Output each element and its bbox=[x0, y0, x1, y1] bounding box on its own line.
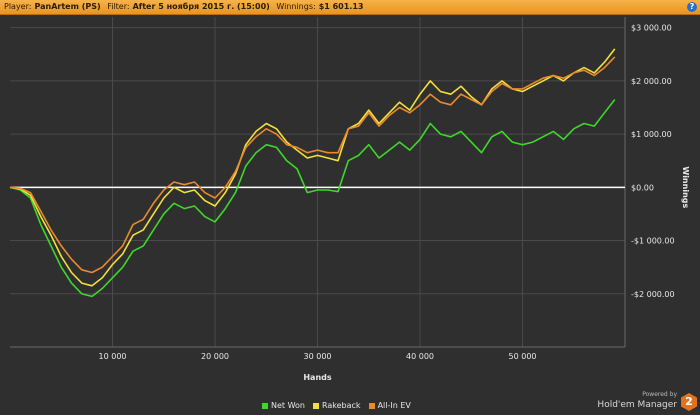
legend-label: All-In EV bbox=[377, 401, 411, 410]
y-tick-label: $1 000.00 bbox=[631, 130, 672, 139]
x-axis-title: Hands bbox=[303, 373, 332, 382]
legend-swatch bbox=[262, 402, 268, 409]
x-tick-label: 40 000 bbox=[406, 352, 434, 361]
legend-swatch bbox=[313, 402, 319, 409]
filter-value: After 5 ноября 2015 г. (15:00) bbox=[132, 2, 270, 11]
y-tick-label: -$2 000.00 bbox=[631, 290, 675, 299]
question-icon[interactable]: ? bbox=[687, 2, 697, 12]
legend-item: Rakeback bbox=[313, 401, 361, 410]
hem-logo-icon: 2 bbox=[681, 393, 697, 411]
legend-item: Net Won bbox=[262, 401, 305, 410]
y-tick-label: $0.00 bbox=[631, 183, 654, 192]
powered-by-text: Powered by bbox=[642, 391, 677, 398]
y-axis-title: Winnings bbox=[681, 166, 690, 208]
x-tick-label: 30 000 bbox=[304, 352, 332, 361]
chart-legend: Net Won Rakeback All-In EV bbox=[262, 401, 419, 410]
y-tick-label: $2 000.00 bbox=[631, 77, 672, 86]
legend-label: Rakeback bbox=[322, 401, 361, 410]
winnings-label: Winnings: bbox=[276, 2, 316, 11]
x-tick-label: 10 000 bbox=[99, 352, 127, 361]
winnings-value: $1 601.13 bbox=[318, 2, 364, 11]
filter-label: Filter: bbox=[107, 2, 130, 11]
legend-item: All-In EV bbox=[368, 401, 411, 410]
legend-swatch bbox=[368, 402, 375, 409]
legend-label: Net Won bbox=[271, 401, 305, 410]
brand-badge: Powered by Hold'em Manager 2 bbox=[597, 391, 697, 413]
winnings-chart: 10 000 20 000 30 000 40 000 50 000 -$2 000.00… bbox=[9, 17, 690, 382]
header-bar: Player: PanArtem (PS) Filter: After 5 нояб… bbox=[0, 0, 700, 15]
y-tick-label: $3 000.00 bbox=[631, 24, 672, 33]
brand-name: Hold'em Manager bbox=[597, 400, 677, 410]
x-tick-label: 50 000 bbox=[509, 352, 537, 361]
player-value: PanArtem (PS) bbox=[34, 2, 101, 11]
x-tick-label: 20 000 bbox=[201, 352, 229, 361]
y-tick-label: -$1 000.00 bbox=[631, 237, 675, 246]
player-label: Player: bbox=[4, 2, 32, 11]
